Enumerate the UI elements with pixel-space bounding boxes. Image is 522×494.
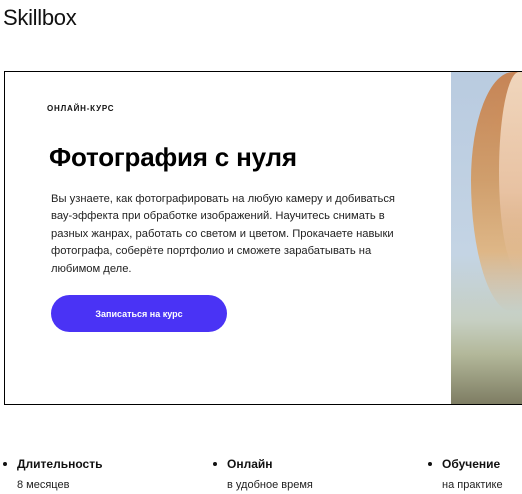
hero-photo (451, 72, 522, 404)
enroll-button[interactable]: Записаться на курс (51, 295, 227, 332)
bullet-icon (3, 462, 7, 466)
course-type-badge: ОНЛАЙН-КУРС (47, 104, 115, 113)
feature-title: Обучение (442, 457, 501, 471)
skillbox-logo[interactable]: Skillbox (3, 5, 77, 31)
feature-title: Онлайн (227, 457, 273, 471)
feature-subtitle: на практике (442, 479, 503, 491)
bullet-icon (213, 462, 217, 466)
course-features: Длительность 8 месяцев Онлайн в удобное … (0, 455, 522, 494)
bullet-icon (428, 462, 432, 466)
course-description: Вы узнаете, как фотографировать на любую… (51, 193, 395, 275)
page-title: Фотография с нуля (49, 142, 297, 172)
feature-title: Длительность (17, 457, 103, 471)
feature-subtitle: 8 месяцев (17, 479, 70, 491)
feature-subtitle: в удобное время (227, 479, 313, 491)
